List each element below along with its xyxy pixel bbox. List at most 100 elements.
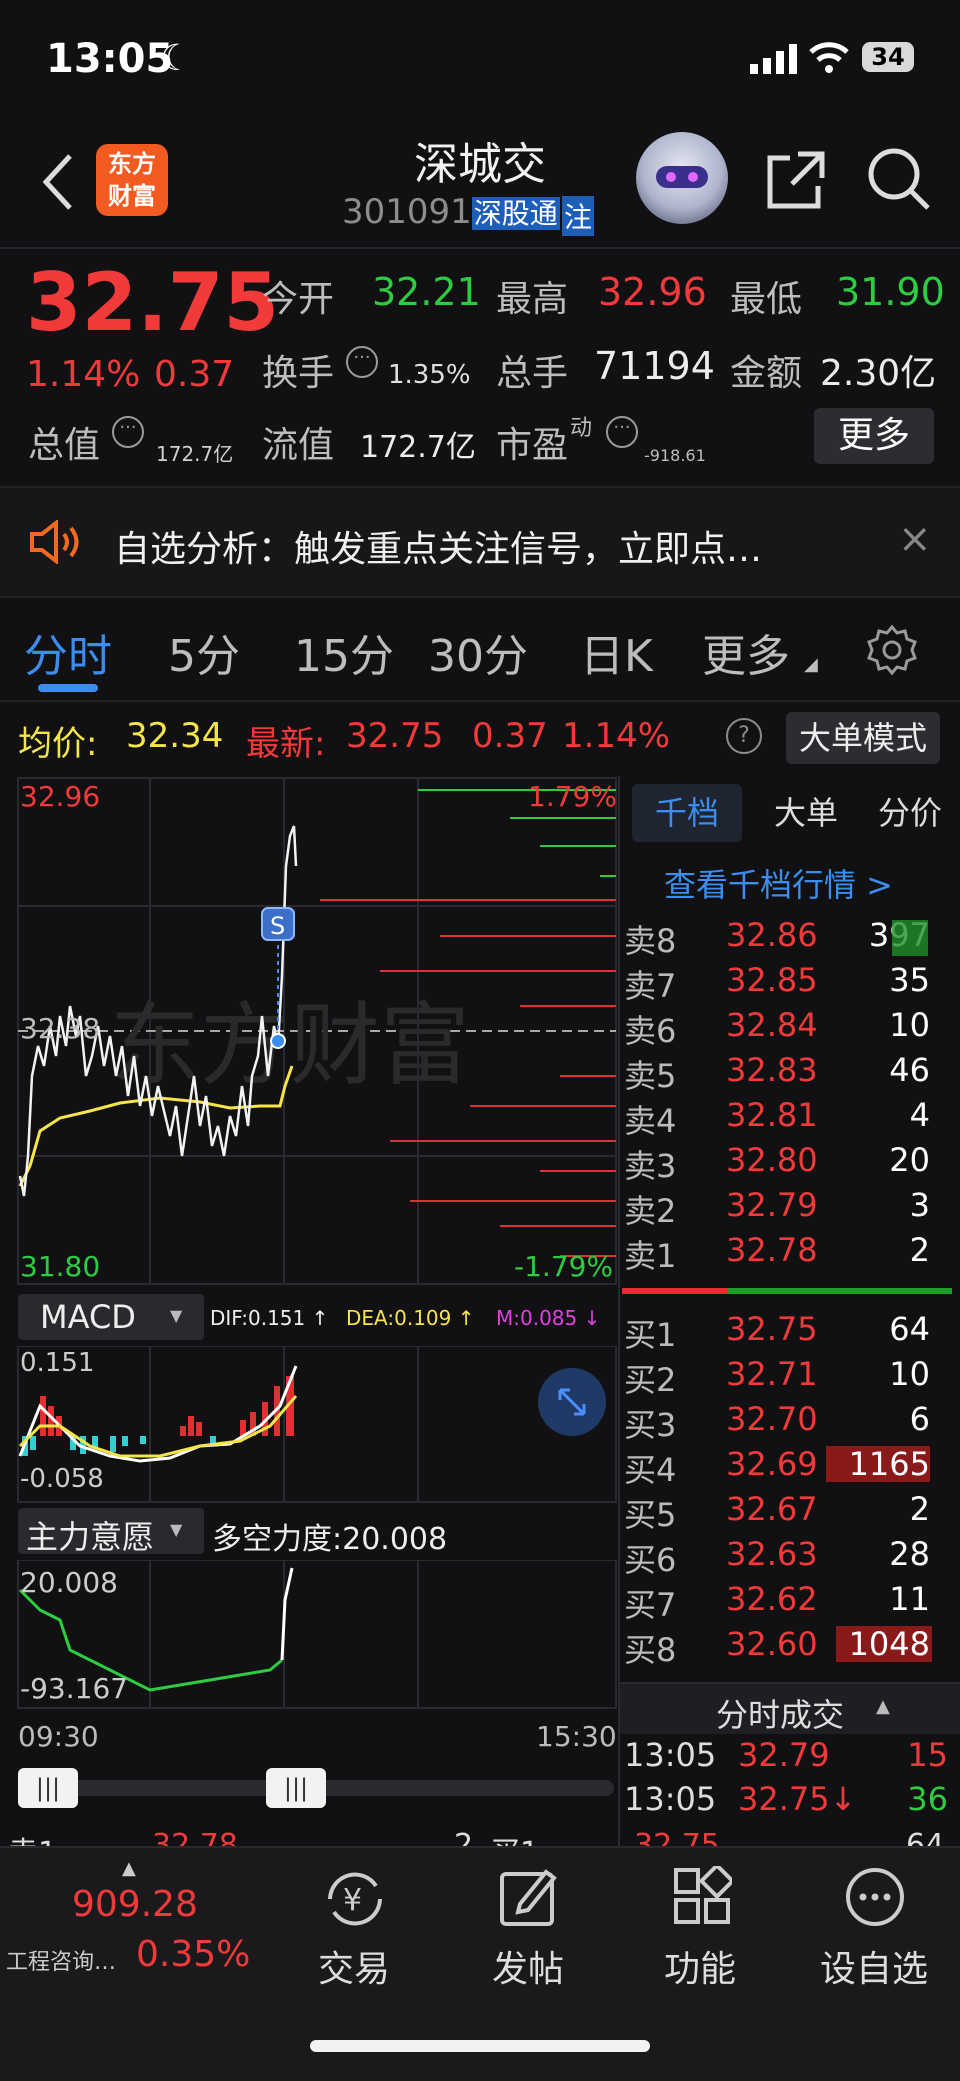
bid-row: 买1 32.75 64 [624, 1310, 954, 1355]
tab-more[interactable]: 更多 [702, 620, 790, 684]
ask-row: 卖5 32.83 46 [624, 1051, 954, 1096]
trade-icon[interactable]: ¥ [322, 1866, 388, 1932]
info-icon[interactable]: ··· [606, 416, 638, 448]
bid-price: 32.67 [726, 1490, 818, 1528]
high-label: 最高 [496, 279, 569, 320]
bid-row: 买7 32.62 11 [624, 1580, 954, 1625]
share-icon[interactable] [764, 148, 828, 212]
ask-label: 卖4 [624, 1102, 677, 1140]
more-arrow-icon: ◢ [804, 654, 818, 675]
trade-time: 13:05 [624, 1780, 717, 1818]
trades-title: 分时成交 [716, 1696, 845, 1734]
chevron-down-icon: ▼ [170, 1306, 183, 1325]
status-bar: 13:05 ☾ 34 [0, 0, 960, 110]
scroll-handle-right[interactable]: ||| [266, 1768, 326, 1808]
tab-30min[interactable]: 30分 [428, 620, 528, 684]
tab-daily[interactable]: 日K [580, 620, 653, 684]
tab-5min[interactable]: 5分 [168, 620, 240, 684]
scroll-handle-left[interactable]: ||| [18, 1768, 78, 1808]
chart-high-label: 32.96 [20, 780, 101, 813]
trade-price: 32.75↓ [738, 1780, 857, 1818]
tab-intraday[interactable]: 分时 [24, 620, 112, 684]
help-icon[interactable]: ? [726, 718, 762, 754]
bid-volume: 64 [889, 1310, 930, 1348]
trade-row: 13:05 32.79 15 [624, 1736, 954, 1781]
ask-row: 卖6 32.84 10 [624, 1006, 954, 1051]
signal-s-marker[interactable]: S [270, 912, 285, 940]
pe-value: -918.61 [644, 446, 706, 465]
bid-label: 买8 [624, 1631, 677, 1669]
more-button[interactable]: 更多 [814, 408, 934, 464]
strip-bid-price: 32.75 [634, 1828, 720, 1846]
ask-label: 卖3 [624, 1147, 677, 1185]
bid-row: 买4 32.69 1165 [624, 1445, 954, 1490]
notice-bar[interactable]: 自选分析：触发重点关注信号，立即点… × [0, 486, 960, 598]
ask-price: 32.83 [726, 1051, 818, 1089]
ask-price: 32.84 [726, 1006, 818, 1044]
amount-label: 金额 [730, 353, 803, 394]
svg-text:¥: ¥ [343, 1883, 362, 1918]
bid-volume: 1165 [848, 1445, 930, 1483]
macd-select[interactable]: MACD ▼ [18, 1294, 204, 1340]
function-icon[interactable] [672, 1866, 732, 1926]
nav-add-watchlist[interactable]: 设自选 [820, 1940, 928, 1992]
post-icon[interactable] [498, 1866, 558, 1928]
bid-price: 32.75 [726, 1310, 818, 1348]
bid-price: 32.62 [726, 1580, 818, 1618]
strip-bid-label: 买1 [490, 1828, 539, 1846]
back-icon[interactable] [40, 152, 74, 212]
ask-price: 32.85 [726, 961, 818, 999]
ask-volume: 2 [909, 1231, 930, 1269]
macd-m: M:0.085 ↓ [496, 1306, 601, 1330]
robot-avatar-icon[interactable] [636, 132, 728, 224]
bid-row: 买5 32.67 2 [624, 1490, 954, 1535]
bid-row: 买6 32.63 28 [624, 1535, 954, 1580]
turnover-value: 1.35% [388, 360, 471, 390]
ask-volume: 4 [909, 1096, 930, 1134]
home-indicator [310, 2040, 650, 2052]
ob-link[interactable]: 查看千档行情 > [664, 860, 893, 906]
intraday-chart[interactable]: 东方财富 S 32.96 1.79% 32.38 31.80 -1.79% [0, 776, 618, 1286]
nav-function[interactable]: 功能 [664, 1940, 736, 1992]
ob-tab-price[interactable]: 分价 [860, 784, 960, 842]
nav-post[interactable]: 发帖 [492, 1940, 564, 1992]
chevron-up-icon[interactable]: ▲ [122, 1858, 136, 1879]
chart-low-label: 31.80 [20, 1250, 101, 1283]
ask-label: 卖1 [624, 1237, 677, 1275]
latest-value: 32.75 [346, 716, 444, 756]
close-icon[interactable]: × [898, 516, 932, 562]
force-panel: 主力意愿 ▼ 多空力度:20.008 20.008 -93.167 [0, 1508, 618, 1714]
expand-icon[interactable] [538, 1368, 606, 1436]
ask-volume: 10 [889, 1006, 930, 1044]
info-icon[interactable]: ··· [112, 416, 144, 448]
ask-label: 卖8 [624, 922, 677, 960]
gear-icon[interactable] [866, 624, 918, 676]
add-watchlist-icon[interactable] [844, 1866, 906, 1928]
strip-ask-vol: 2 [454, 1828, 474, 1846]
bid-price: 32.63 [726, 1535, 818, 1573]
strip-bid-vol: 64 [906, 1828, 945, 1846]
change-pct: 1.14% [26, 354, 141, 395]
index-value[interactable]: 909.28 [72, 1884, 198, 1925]
chart-watermark: 东方财富 [110, 993, 470, 1098]
ob-tab-1000[interactable]: 千档 [632, 784, 742, 842]
time-end-label: 15:30 [536, 1720, 617, 1753]
pe-label: 市盈 [496, 425, 569, 466]
force-select[interactable]: 主力意愿 ▼ [18, 1508, 204, 1556]
index-pct[interactable]: 0.35% [136, 1934, 250, 1975]
float-label: 流值 [262, 425, 335, 466]
macd-name: MACD [40, 1298, 136, 1336]
turnover-label: 换手 [262, 353, 335, 394]
ob-divider [622, 1288, 728, 1294]
tab-15min[interactable]: 15分 [294, 620, 394, 684]
trades-header[interactable]: 分时成交 ▲ [620, 1682, 960, 1734]
big-order-mode-button[interactable]: 大单模式 [786, 712, 940, 764]
tab-indicator [38, 684, 98, 692]
nav-trade[interactable]: 交易 [318, 1940, 390, 1992]
bid-volume: 1048 [848, 1625, 930, 1663]
index-name[interactable]: 工程咨询… [6, 1944, 116, 1976]
info-icon[interactable]: ··· [346, 346, 378, 378]
ob-tab-big[interactable]: 大单 [756, 784, 856, 842]
search-icon[interactable] [866, 146, 932, 212]
bid-row: 买8 32.60 1048 [624, 1625, 954, 1670]
